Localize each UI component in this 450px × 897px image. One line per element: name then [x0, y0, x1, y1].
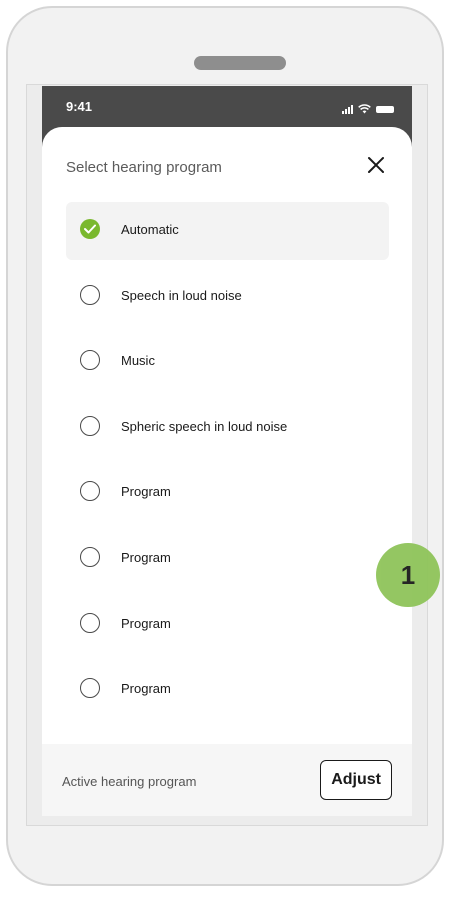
program-label: Program: [121, 681, 171, 697]
radio-unchecked-icon: [80, 284, 100, 305]
footer-bar: Active hearing program Adjust: [42, 744, 412, 816]
active-program-label: Active hearing program: [62, 774, 197, 789]
status-time: 9:41: [66, 99, 93, 114]
callout-badge: 1: [376, 543, 440, 607]
hearing-program-sheet: Select hearing program Automatic Speech i…: [42, 127, 412, 816]
adjust-button[interactable]: Adjust: [320, 760, 392, 800]
program-label: Program: [121, 484, 171, 500]
battery-icon: [376, 106, 394, 113]
program-list: Automatic Speech in loud noise Music Spheri…: [66, 202, 389, 727]
wifi-icon: [358, 104, 371, 114]
radio-checked-icon: [80, 219, 100, 239]
close-icon: [368, 157, 384, 173]
program-label: Music: [121, 353, 155, 369]
radio-unchecked-icon: [80, 415, 100, 436]
radio-unchecked-icon: [80, 350, 100, 371]
program-label: Program: [121, 615, 171, 631]
radio-unchecked-icon: [80, 678, 100, 699]
program-option[interactable]: Program: [66, 464, 389, 522]
radio-unchecked-icon: [80, 612, 100, 633]
program-option[interactable]: Program: [66, 530, 389, 588]
program-label: Program: [121, 549, 171, 565]
phone-speaker: [194, 56, 286, 70]
sheet-title: Select hearing program: [66, 159, 222, 176]
close-button[interactable]: [364, 153, 388, 177]
radio-unchecked-icon: [80, 481, 100, 502]
program-option[interactable]: Automatic: [66, 202, 389, 260]
checkmark-icon: [84, 224, 96, 234]
program-option[interactable]: Program: [66, 596, 389, 654]
status-icons: [342, 100, 394, 114]
program-option[interactable]: Program: [66, 661, 389, 719]
program-label: Automatic: [121, 222, 179, 237]
program-option[interactable]: Music: [66, 333, 389, 391]
program-label: Speech in loud noise: [121, 287, 242, 303]
radio-unchecked-icon: [80, 546, 100, 567]
program-label: Spheric speech in loud noise: [121, 418, 288, 434]
signal-icon: [342, 104, 353, 114]
program-option[interactable]: Spheric speech in loud noise: [66, 399, 389, 457]
program-option[interactable]: Speech in loud noise: [66, 268, 389, 326]
status-bar: 9:41: [42, 86, 412, 130]
app-screen: 9:41 Select hearing program Automatic Spe…: [42, 86, 412, 816]
